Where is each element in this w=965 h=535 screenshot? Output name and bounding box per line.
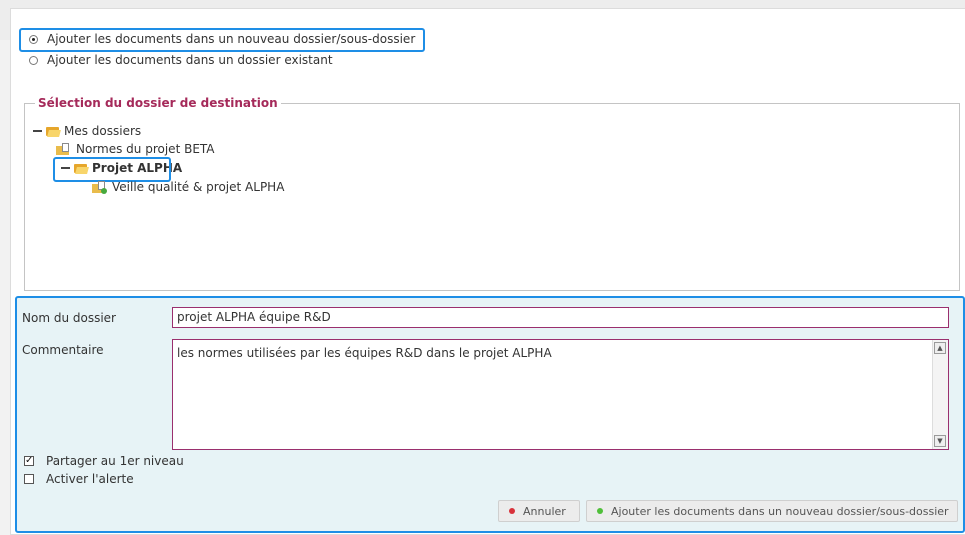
share-checkbox[interactable]: ✓ — [24, 456, 34, 466]
collapse-icon[interactable] — [33, 130, 42, 132]
tree-item-veille-qualite[interactable]: Veille qualité & projet ALPHA — [92, 179, 284, 195]
red-dot-icon — [509, 508, 515, 514]
tree-item-label: Normes du projet BETA — [76, 142, 215, 156]
share-option[interactable]: ✓ Partager au 1er niveau — [24, 453, 184, 469]
green-dot-icon — [597, 508, 603, 514]
scroll-up-icon[interactable]: ▲ — [934, 342, 946, 354]
folder-name-label: Nom du dossier — [22, 311, 116, 325]
option-existing-folder[interactable]: Ajouter les documents dans un dossier ex… — [29, 52, 333, 68]
option-existing-folder-label: Ajouter les documents dans un dossier ex… — [47, 53, 333, 67]
alert-option[interactable]: Activer l'alerte — [24, 471, 134, 487]
cancel-button[interactable]: Annuler — [498, 500, 580, 522]
document-folder-icon — [56, 143, 70, 155]
folder-name-input[interactable]: projet ALPHA équipe R&D — [172, 307, 949, 328]
new-folder-highlight — [19, 28, 425, 52]
radio-existing-folder[interactable] — [29, 55, 38, 65]
cancel-button-label: Annuler — [523, 504, 566, 518]
share-label: Partager au 1er niveau — [46, 454, 184, 468]
tree-item-label: Veille qualité & projet ALPHA — [112, 180, 285, 194]
destination-legend: Sélection du dossier de destination — [38, 96, 278, 110]
alert-checkbox[interactable] — [24, 474, 34, 484]
comment-text: les normes utilisées par les équipes R&D… — [177, 346, 552, 360]
scroll-down-icon[interactable]: ▼ — [934, 435, 946, 447]
tree-item-label: Mes dossiers — [64, 124, 142, 138]
tree-item-mes-dossiers[interactable]: Mes dossiers — [33, 123, 141, 139]
submit-button-label: Ajouter les documents dans un nouveau do… — [611, 504, 949, 518]
shared-document-folder-icon — [92, 181, 107, 194]
comment-label: Commentaire — [22, 343, 104, 357]
open-folder-icon — [46, 126, 61, 137]
tree-item-normes-beta[interactable]: Normes du projet BETA — [56, 141, 215, 157]
alert-label: Activer l'alerte — [46, 472, 134, 486]
comment-scrollbar[interactable]: ▲ ▼ — [932, 340, 948, 449]
submit-button[interactable]: Ajouter les documents dans un nouveau do… — [586, 500, 958, 522]
comment-textarea[interactable]: les normes utilisées par les équipes R&D… — [172, 339, 949, 450]
